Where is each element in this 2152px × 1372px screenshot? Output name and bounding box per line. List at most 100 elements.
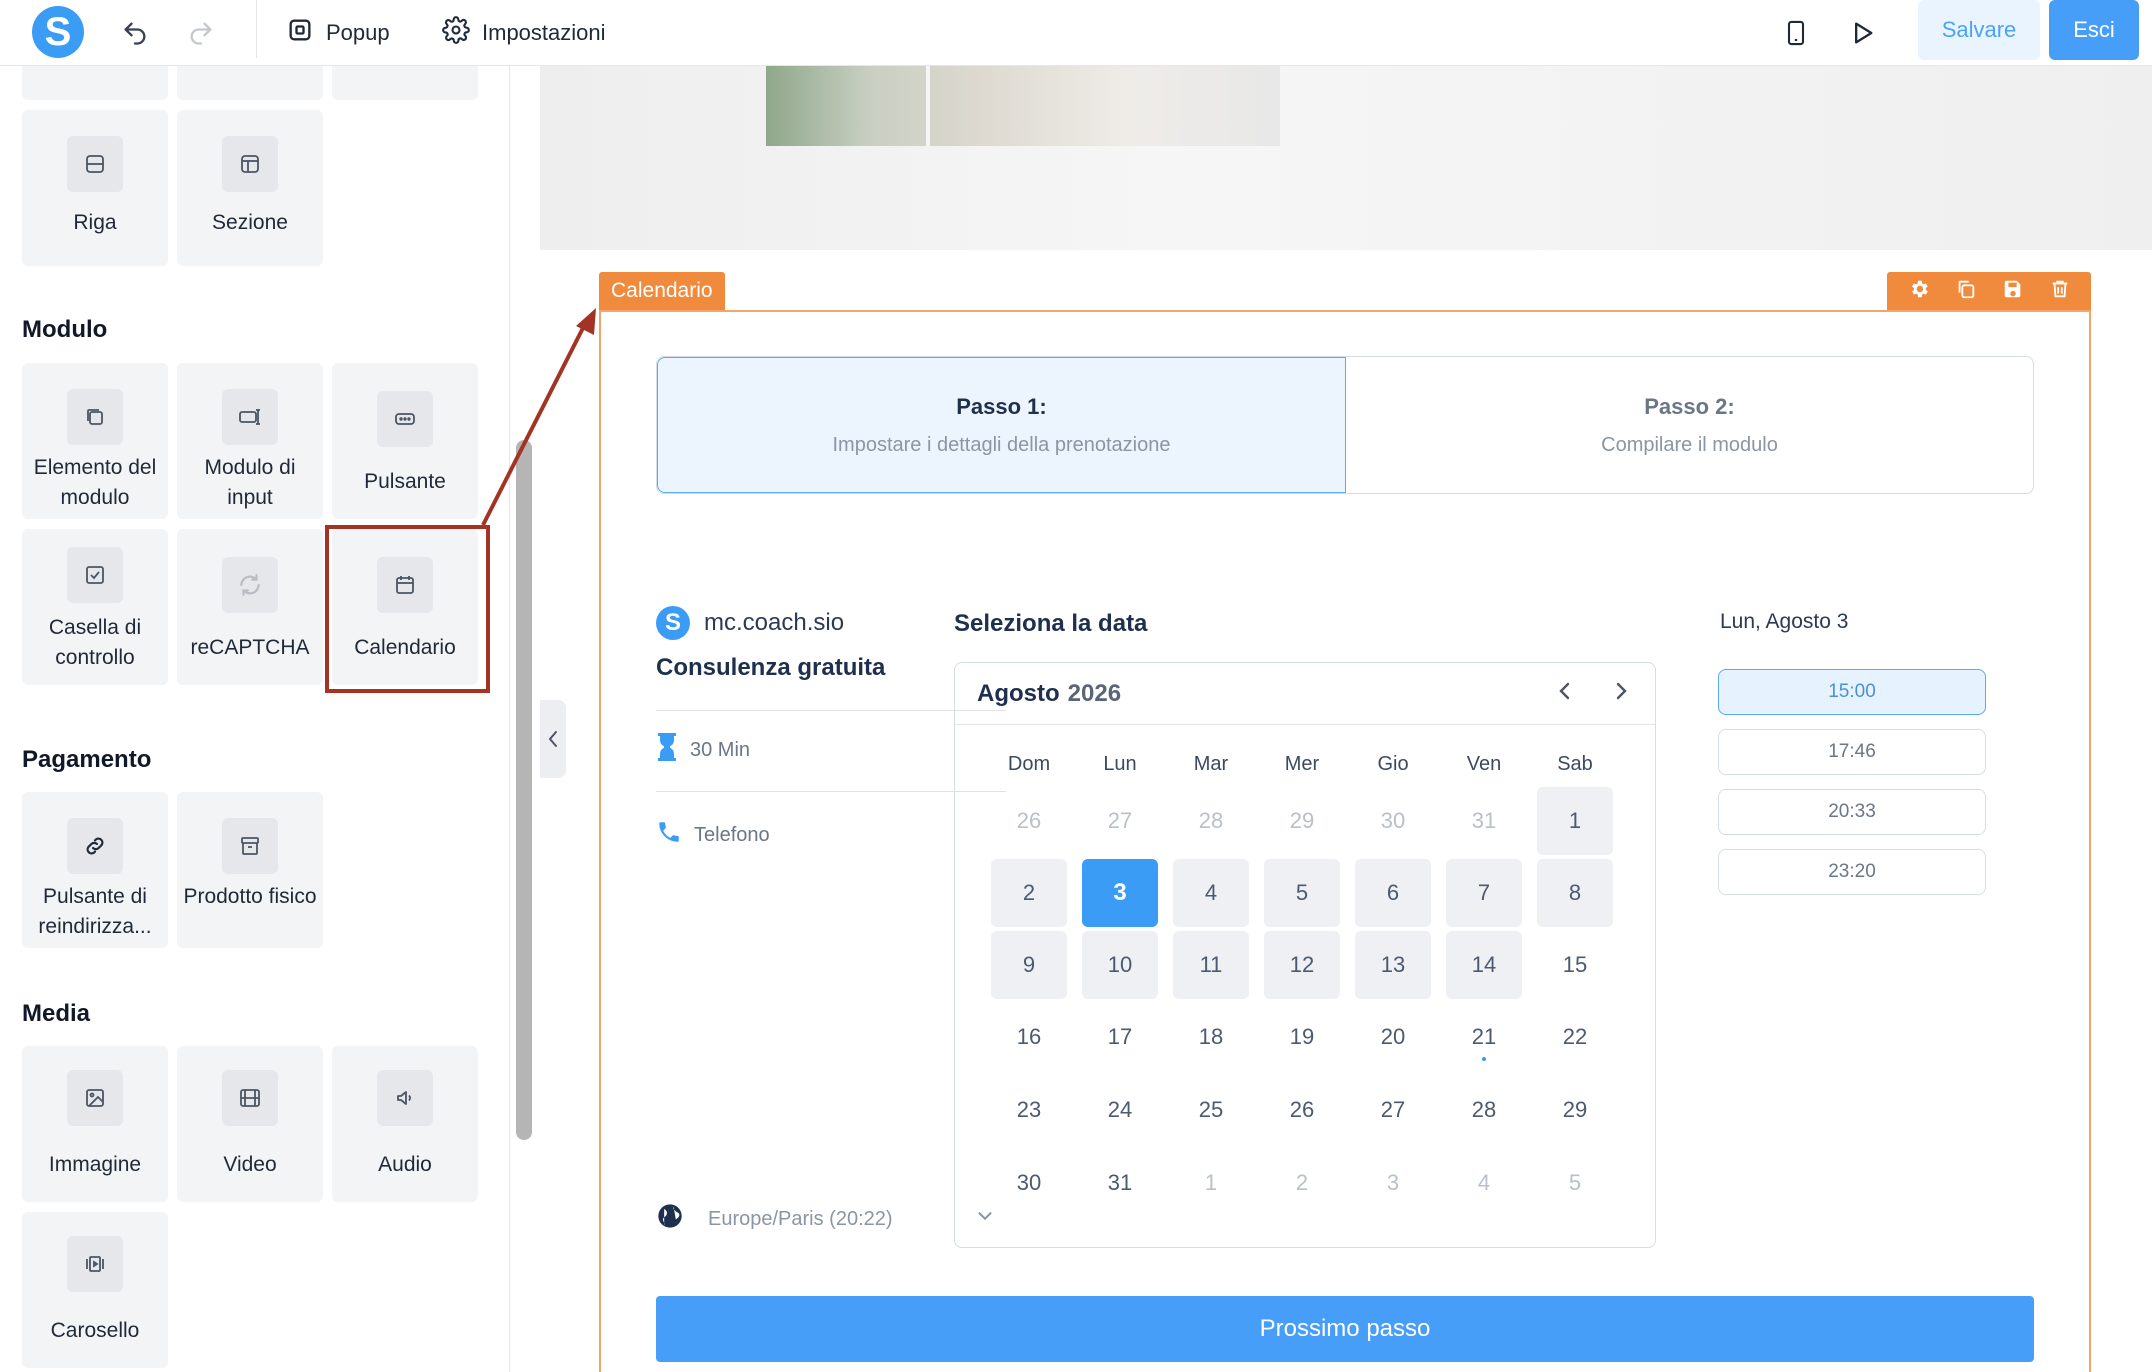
chevron-left-icon[interactable] [1553,679,1577,708]
today-dot [1482,1057,1486,1061]
sidebar-tile-hidden[interactable] [22,66,168,100]
calendar-day[interactable]: 10 [1082,931,1158,999]
tile-redirect-button[interactable]: Pulsante di reindirizza... [22,792,168,948]
calendar-day: 30 [1380,808,1406,833]
duplicate-icon[interactable] [1955,278,1977,305]
sidebar-collapse-tab[interactable] [540,700,566,778]
calendar-day[interactable]: 29 [1537,1076,1613,1144]
recaptcha-icon [222,557,278,613]
sidebar-tile-hidden[interactable] [332,66,478,100]
org-name: mc.coach.sio [704,609,845,636]
undo-icon[interactable] [114,12,156,54]
calendar-day: 27 [1107,808,1133,833]
select-date-title: Seleziona la data [954,610,1148,637]
calendar-day[interactable]: 30 [991,1149,1067,1217]
step-2[interactable]: Passo 2: Compilare il modulo [1346,357,2033,493]
calendar-day[interactable]: 9 [991,931,1067,999]
selected-date-label: Lun, Agosto 3 [1720,610,1849,633]
section-icon [222,136,278,192]
time-slot[interactable]: 15:00 [1718,669,1986,715]
calendar-day[interactable]: 11 [1173,931,1249,999]
next-step-button[interactable]: Prossimo passo [656,1296,2034,1362]
calendar-day[interactable]: 3 [1082,859,1158,927]
calendar-day[interactable]: 25 [1173,1076,1249,1144]
sidebar-tile-hidden[interactable] [177,66,323,100]
calendar-day[interactable]: 31 [1082,1149,1158,1217]
chevron-right-icon[interactable] [1609,679,1633,708]
tile-button[interactable]: Pulsante [332,363,478,519]
editor-canvas: Calendario Passo 1: Impostare i dettagli… [540,66,2152,1372]
time-slot[interactable]: 17:46 [1718,729,1986,775]
calendar-day: 28 [1198,808,1224,833]
calendar-day[interactable]: 15 [1537,931,1613,999]
calendar-day[interactable]: 8 [1537,859,1613,927]
time-slot[interactable]: 20:33 [1718,789,1986,835]
video-icon [222,1070,278,1126]
trash-icon[interactable] [2049,278,2071,305]
redo-icon[interactable] [180,12,222,54]
calendar-day[interactable]: 17 [1082,1003,1158,1071]
tile-recaptcha[interactable]: reCAPTCHA [177,529,323,685]
settings-button[interactable]: Impostazioni [442,12,606,54]
hero-image [766,66,1280,146]
calendar-day[interactable]: 1 [1537,787,1613,855]
calendar-day[interactable]: 21 [1446,1003,1522,1071]
step-1[interactable]: Passo 1: Impostare i dettagli della pren… [657,357,1346,493]
tile-audio[interactable]: Audio [332,1046,478,1202]
calendar-day[interactable]: 4 [1173,859,1249,927]
section-title-pagamento: Pagamento [22,746,152,773]
elements-sidebar: Riga Sezione Modulo Elemento del modulo … [0,66,510,1372]
play-icon[interactable] [1841,12,1883,54]
calendar-day[interactable]: 22 [1537,1003,1613,1071]
calendar-day[interactable]: 19 [1264,1003,1340,1071]
tile-section[interactable]: Sezione [177,110,323,266]
calendar-day[interactable]: 23 [991,1076,1067,1144]
calendar-day[interactable]: 13 [1355,931,1431,999]
calendar-day[interactable]: 24 [1082,1076,1158,1144]
calendar-day[interactable]: 2 [991,859,1067,927]
input-icon [222,389,278,445]
timezone-select[interactable]: Europe/Paris (20:22) [656,1202,996,1236]
element-tag-calendar[interactable]: Calendario [599,272,725,310]
top-toolbar: S Popup Impostazioni Salvare Esci [0,0,2152,66]
tile-physical-product[interactable]: Prodotto fisico [177,792,323,948]
tile-carousel[interactable]: Carosello [22,1212,168,1368]
mobile-preview-icon[interactable] [1775,12,1817,54]
calendar-day[interactable]: 14 [1446,931,1522,999]
calendar-day: 29 [1289,808,1315,833]
toolbar-divider [256,0,257,58]
calendar-day[interactable]: 16 [991,1003,1067,1071]
popup-button[interactable]: Popup [286,12,390,54]
calendar-day[interactable]: 27 [1355,1076,1431,1144]
calendar-day[interactable]: 12 [1264,931,1340,999]
tile-checkbox[interactable]: Casella di controllo [22,529,168,685]
weekday-label: Ven [1466,753,1502,775]
calendar-day[interactable]: 18 [1173,1003,1249,1071]
app-logo: S [32,6,84,58]
tile-video[interactable]: Video [177,1046,323,1202]
time-slot[interactable]: 23:20 [1718,849,1986,895]
save-icon[interactable] [2002,278,2024,305]
calendar-day[interactable]: 5 [1264,859,1340,927]
exit-button[interactable]: Esci [2049,0,2139,60]
gear-icon[interactable] [1908,278,1930,305]
date-picker-header: Agosto 2026 [955,663,1655,725]
calendar-day[interactable]: 20 [1355,1003,1431,1071]
save-button[interactable]: Salvare [1918,0,2040,60]
popup-icon [286,16,314,50]
calendar-day[interactable]: 28 [1446,1076,1522,1144]
tile-input-module[interactable]: Modulo di input [177,363,323,519]
calendar-day[interactable]: 6 [1355,859,1431,927]
calendar-day[interactable]: 7 [1446,859,1522,927]
sidebar-scrollbar[interactable] [516,440,532,1140]
weekday-label: Sab [1557,753,1593,775]
link-icon [67,818,123,874]
tile-image[interactable]: Immagine [22,1046,168,1202]
tile-row[interactable]: Riga [22,110,168,266]
gear-icon [442,16,470,50]
calendar-day: 5 [1568,1170,1582,1195]
year-label: 2026 [1067,679,1122,707]
calendar-day[interactable]: 26 [1264,1076,1340,1144]
tile-form-element[interactable]: Elemento del modulo [22,363,168,519]
hourglass-icon [656,733,678,767]
